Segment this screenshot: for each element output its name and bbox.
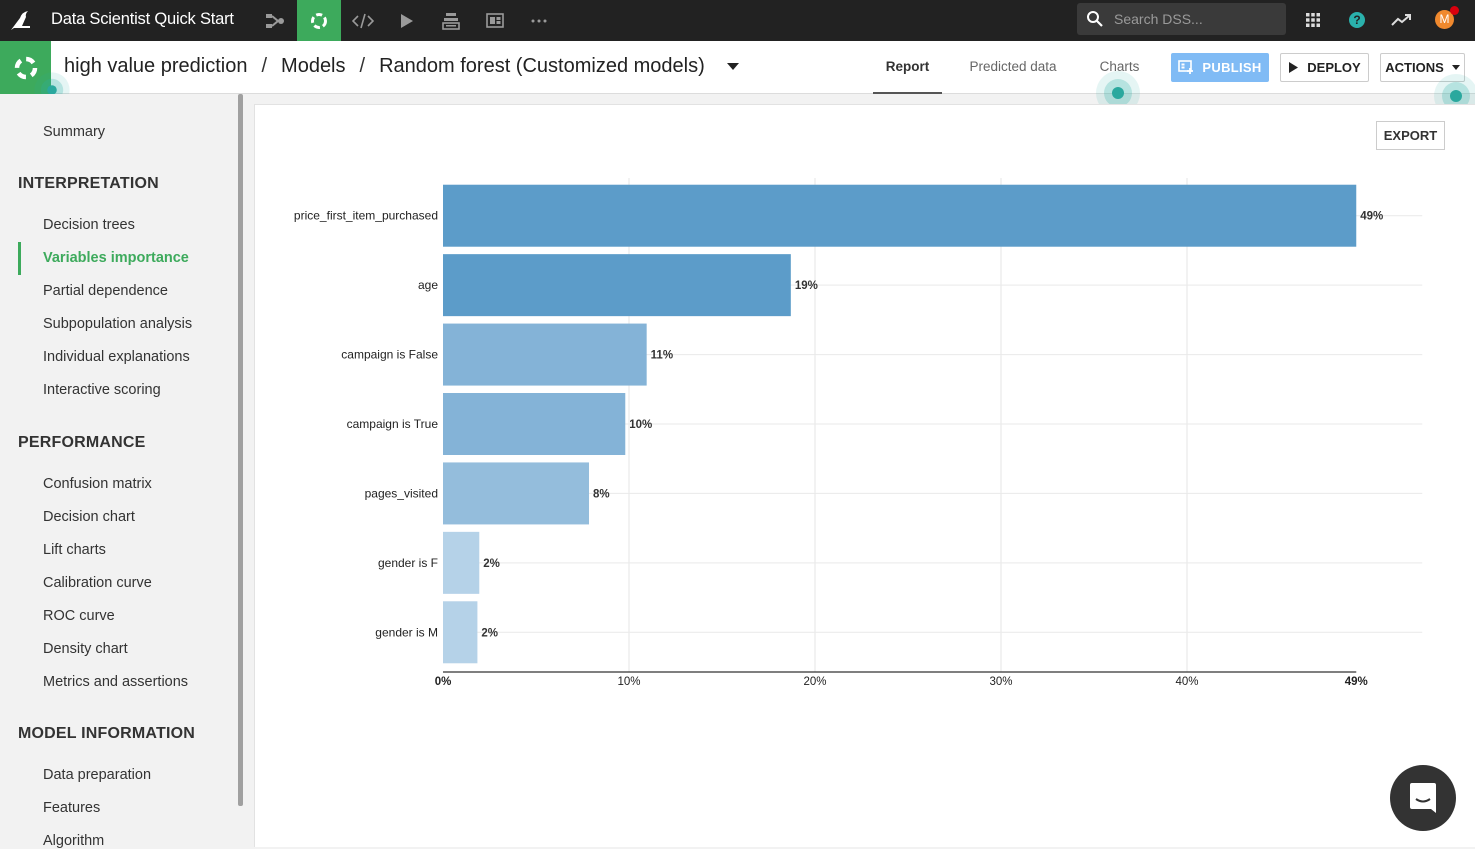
sidebar-item-decision-chart[interactable]: Decision chart: [43, 509, 135, 525]
dataiku-logo-icon[interactable]: [8, 8, 34, 32]
dashboard-icon[interactable]: [473, 0, 517, 41]
category-label: campaign is True: [347, 417, 439, 431]
value-label: 8%: [593, 488, 610, 500]
variable-importance-chart: 0% 10% 20% 30% 40% 49% price_first_item_purcha…: [294, 178, 1423, 688]
x-tick-label: 40%: [1175, 676, 1198, 688]
category-label: gender is F: [378, 556, 438, 570]
category-label: campaign is False: [341, 348, 438, 362]
x-tick-label: 0%: [435, 676, 452, 688]
category-label: price_first_item_purchased: [294, 209, 438, 223]
apps-grid-icon[interactable]: [1302, 9, 1324, 31]
sidebar-item-metrics-and-assertions[interactable]: Metrics and assertions: [43, 674, 188, 690]
flow-icon[interactable]: [253, 0, 297, 41]
code-icon[interactable]: [341, 0, 385, 41]
value-label: 11%: [651, 350, 673, 362]
sidebar-item-summary[interactable]: Summary: [43, 124, 105, 140]
category-label: gender is M: [375, 625, 438, 639]
sidebar-scrollbar[interactable]: [238, 94, 243, 806]
category-label: age: [418, 278, 438, 292]
chat-support-button[interactable]: [1390, 765, 1456, 831]
more-icon[interactable]: [517, 0, 561, 41]
active-indicator: [18, 242, 21, 275]
sidebar-item-partial-dependence[interactable]: Partial dependence: [43, 283, 168, 299]
bar-campaign-is-false: [443, 323, 647, 386]
notification-dot: [1450, 6, 1459, 15]
bar-age: [443, 254, 791, 317]
category-label: pages_visited: [365, 486, 438, 500]
sidebar-section-performance: PERFORMANCE: [18, 434, 146, 451]
sidebar-item-lift-charts[interactable]: Lift charts: [43, 542, 106, 558]
breadcrumb-project[interactable]: high value prediction: [64, 55, 247, 77]
deploy-label: DEPLOY: [1307, 60, 1361, 75]
breadcrumb-separator: /: [261, 55, 268, 77]
sidebar-item-subpopulation-analysis[interactable]: Subpopulation analysis: [43, 316, 192, 332]
deploy-button[interactable]: DEPLOY: [1280, 53, 1369, 82]
value-label: 10%: [629, 419, 652, 431]
sidebar-item-decision-trees[interactable]: Decision trees: [43, 217, 135, 233]
bar-pages_visited: [443, 462, 590, 525]
top-navbar: Data Scientist Quick Start Search DSS...…: [0, 0, 1475, 41]
bar-gender-is-f: [443, 531, 480, 594]
tab-report[interactable]: Report: [873, 41, 942, 94]
project-title[interactable]: Data Scientist Quick Start: [51, 10, 234, 29]
play-icon: [1289, 62, 1299, 73]
sidebar-item-interactive-scoring[interactable]: Interactive scoring: [43, 382, 161, 398]
sidebar-item-data-preparation[interactable]: Data preparation: [43, 767, 151, 783]
bar-gender-is-m: [443, 601, 478, 664]
chat-bubble-icon: [1410, 783, 1436, 813]
x-tick-label: 10%: [617, 676, 640, 688]
breadcrumb: high value prediction / Models / Random fore…: [64, 55, 705, 78]
breadcrumb-model-name[interactable]: Random forest (Customized models): [379, 55, 705, 77]
sidebar-item-individual-explanations[interactable]: Individual explanations: [43, 349, 190, 365]
x-tick-label: 30%: [989, 676, 1012, 688]
datasets-icon[interactable]: [429, 0, 473, 41]
model-dropdown-caret-icon[interactable]: [727, 63, 739, 70]
value-label: 49%: [1360, 211, 1383, 223]
export-button[interactable]: EXPORT: [1376, 121, 1445, 150]
help-icon[interactable]: ?: [1346, 9, 1368, 31]
sidebar-section-interpretation: INTERPRETATION: [18, 175, 159, 192]
search-icon: [1086, 10, 1104, 33]
caret-down-icon: [1451, 65, 1460, 70]
lab-icon[interactable]: [297, 0, 341, 41]
activity-trend-icon[interactable]: [1390, 9, 1412, 31]
actions-label: ACTIONS: [1385, 60, 1444, 75]
value-label: 19%: [795, 280, 818, 292]
sidebar-item-calibration-curve[interactable]: Calibration curve: [43, 575, 152, 591]
sidebar-item-density-chart[interactable]: Density chart: [43, 641, 128, 657]
breadcrumb-models[interactable]: Models: [281, 55, 345, 77]
tab-predicted-data[interactable]: Predicted data: [955, 41, 1071, 94]
value-label: 2%: [483, 558, 500, 570]
search-input[interactable]: Search DSS...: [1077, 3, 1286, 35]
value-label: 2%: [481, 627, 498, 639]
sidebar-item-confusion-matrix[interactable]: Confusion matrix: [43, 476, 152, 492]
x-tick-label: 49%: [1345, 676, 1368, 688]
sidebar-item-variables-importance[interactable]: Variables importance: [43, 250, 189, 266]
publish-button[interactable]: PUBLISH: [1171, 53, 1269, 82]
run-icon[interactable]: [385, 0, 429, 41]
bar-price_first_item_purchased: [443, 184, 1357, 247]
publish-icon: [1178, 60, 1194, 74]
breadcrumb-separator: /: [359, 55, 366, 77]
publish-label: PUBLISH: [1202, 60, 1262, 75]
model-header: high value prediction / Models / Random fore…: [0, 41, 1475, 94]
sidebar-item-roc-curve[interactable]: ROC curve: [43, 608, 115, 624]
sidebar-item-features[interactable]: Features: [43, 800, 100, 816]
x-tick-label: 20%: [803, 676, 826, 688]
sidebar-section-model-information: MODEL INFORMATION: [18, 725, 196, 742]
search-placeholder: Search DSS...: [1114, 11, 1203, 27]
bar-campaign-is-true: [443, 393, 626, 455]
